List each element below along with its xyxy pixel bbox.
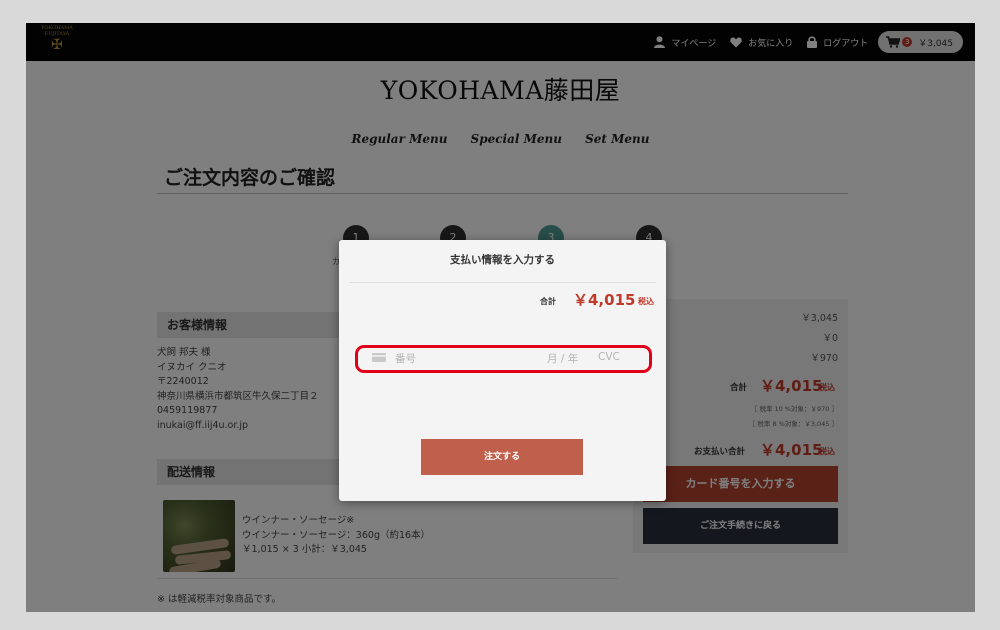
modal-divider bbox=[349, 282, 656, 283]
modal-title: 支払い情報を入力する bbox=[450, 254, 555, 266]
modal-total-label: 合計 bbox=[540, 297, 556, 306]
browser-page: YOKOHAMA FUJITAYA ✠ マイページ お気に入り ログアウト 3 … bbox=[26, 23, 975, 612]
card-input-row: 番号 月 / 年 CVC bbox=[355, 345, 652, 373]
highlight-outline bbox=[355, 345, 652, 373]
submit-order-button[interactable]: 注文する bbox=[421, 439, 583, 475]
payment-modal: 支払い情報を入力する 合計 ￥4,015 税込 番号 月 / 年 CVC 注文す… bbox=[339, 240, 666, 501]
modal-tax-label: 税込 bbox=[638, 297, 654, 306]
modal-total-value: ￥4,015 bbox=[573, 291, 636, 309]
